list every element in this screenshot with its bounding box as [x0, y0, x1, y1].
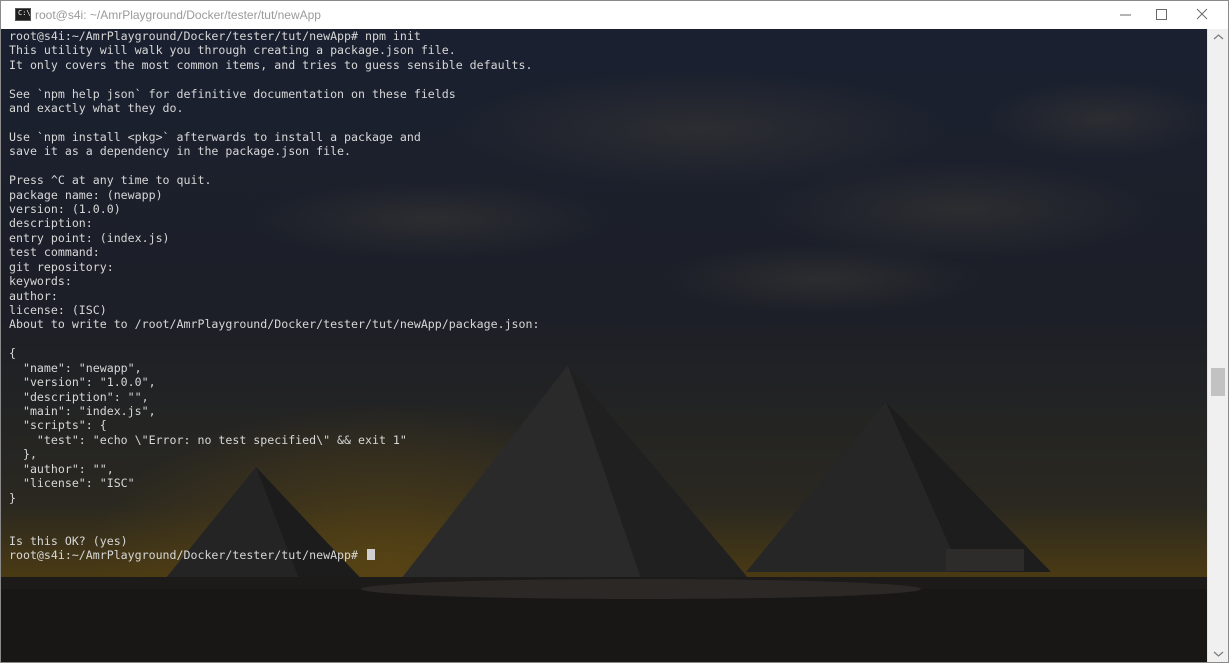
output-line: "name": "newapp", [9, 360, 142, 375]
output-line: description: [9, 216, 93, 231]
output-line: { [9, 346, 16, 361]
maximize-button[interactable] [1141, 1, 1183, 29]
output-line: save it as a dependency in the package.j… [9, 144, 352, 159]
output-line: "description": "", [9, 389, 149, 404]
output-line: "main": "index.js", [9, 403, 156, 418]
terminal-window: C:\ root@s4i: ~/AmrPlayground/Docker/tes… [0, 0, 1229, 663]
scrollbar-thumb[interactable] [1211, 368, 1225, 396]
output-line: About to write to /root/AmrPlayground/Do… [9, 317, 540, 332]
terminal-console[interactable]: root@s4i:~/AmrPlayground/Docker/tester/t… [1, 29, 1207, 662]
terminal-output: root@s4i:~/AmrPlayground/Docker/tester/t… [9, 29, 539, 563]
scroll-up-arrow-icon [1213, 34, 1224, 40]
close-button[interactable] [1181, 1, 1223, 29]
output-line: }, [9, 447, 37, 462]
output-line: root@s4i:~/AmrPlayground/Docker/tester/t… [9, 29, 421, 43]
prompt-line: root@s4i:~/AmrPlayground/Docker/tester/t… [9, 548, 359, 563]
title-bar[interactable]: C:\ root@s4i: ~/AmrPlayground/Docker/tes… [1, 1, 1228, 30]
output-line: git repository: [9, 259, 114, 274]
output-line: "license": "ISC" [9, 476, 135, 491]
output-line: "version": "1.0.0", [9, 375, 156, 390]
maximize-icon [1156, 9, 1167, 20]
output-line: test command: [9, 245, 100, 260]
output-line: See `npm help json` for definitive docum… [9, 86, 456, 101]
scroll-down-arrow-icon [1213, 651, 1224, 657]
console-icon-glyph: C:\ [18, 9, 31, 17]
output-line: It only covers the most common items, an… [9, 57, 533, 72]
output-line: "scripts": { [9, 418, 107, 433]
close-icon [1196, 8, 1208, 20]
output-line: Use `npm install <pkg>` afterwards to in… [9, 129, 421, 144]
scroll-up-button[interactable] [1208, 29, 1228, 46]
output-line: } [9, 490, 16, 505]
output-line: Press ^C at any time to quit. [9, 173, 212, 188]
output-line: keywords: [9, 274, 72, 289]
output-line: "test": "echo \"Error: no test specified… [9, 432, 407, 447]
window-title: root@s4i: ~/AmrPlayground/Docker/tester/… [35, 8, 321, 22]
console-icon[interactable]: C:\ [15, 8, 31, 21]
output-line: "author": "", [9, 461, 114, 476]
output-line: entry point: (index.js) [9, 230, 170, 245]
output-line: This utility will walk you through creat… [9, 43, 456, 58]
vertical-scrollbar[interactable] [1207, 29, 1228, 662]
output-line: version: (1.0.0) [9, 202, 121, 217]
output-line: package name: (newapp) [9, 187, 163, 202]
output-line: license: (ISC) [9, 303, 107, 318]
output-line: Is this OK? (yes) [9, 533, 128, 548]
scroll-down-button[interactable] [1208, 645, 1228, 662]
output-line: author: [9, 288, 58, 303]
text-cursor [367, 549, 375, 560]
output-line: and exactly what they do. [9, 101, 184, 116]
